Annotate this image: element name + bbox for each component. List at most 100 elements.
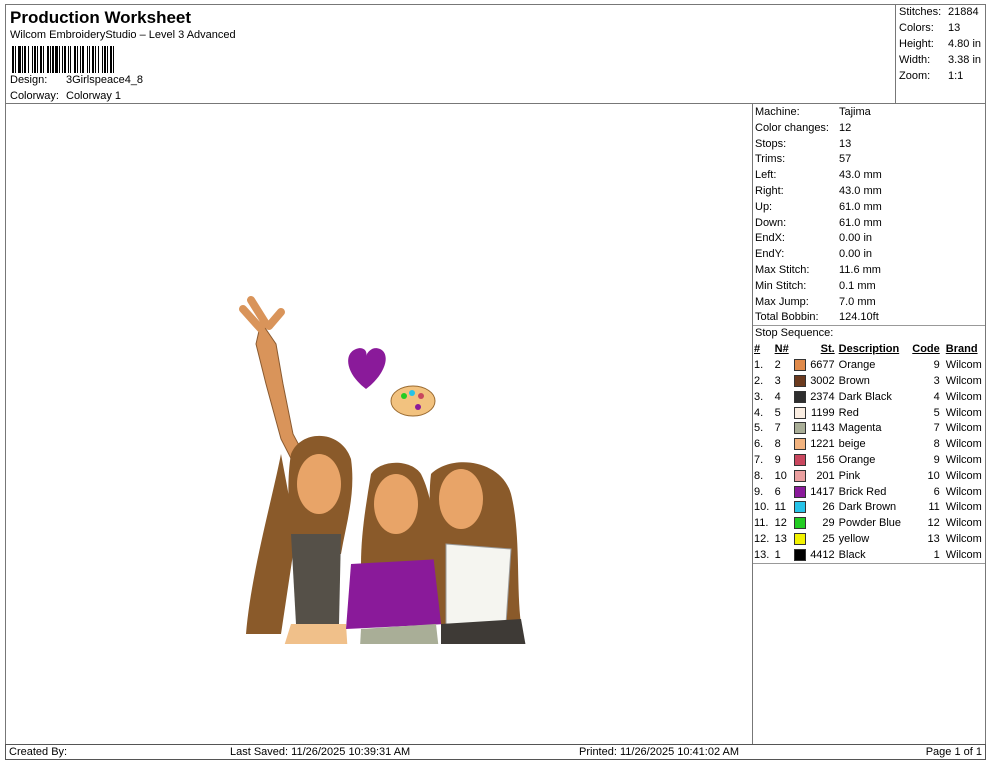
machine-info-panel: Machine: Tajima Color changes: 12 Stops: 13 Tr… xyxy=(752,103,986,745)
row-code: 13 xyxy=(927,532,940,545)
col-brand: Brand xyxy=(945,343,978,356)
row-index: 12. xyxy=(754,532,770,545)
info-value: 61.0 mm xyxy=(839,200,882,213)
machine-info-row: Color changes: 12 xyxy=(755,120,983,136)
info-label: EndX: xyxy=(755,232,785,245)
row-stitches: 26 xyxy=(822,501,835,514)
info-label: Machine: xyxy=(755,106,800,118)
info-value: 57 xyxy=(839,153,852,166)
machine-info-row: Stops: 13 xyxy=(755,136,983,152)
row-brand: Wilcom xyxy=(945,453,982,466)
swatch-cell xyxy=(792,453,806,469)
info-value: Tajima xyxy=(839,106,871,118)
table-row: 6. 8 1221 beige 8 Wilcom xyxy=(754,437,985,453)
row-description: Pink xyxy=(838,469,861,482)
row-code: 11 xyxy=(928,501,940,514)
table-row: 10. 11 26 Dark Brown 11 Wilcom xyxy=(754,500,985,516)
row-needle: 8 xyxy=(774,438,781,451)
row-code: 6 xyxy=(933,485,940,498)
col-swatch xyxy=(792,342,806,358)
table-row: 12. 13 25 yellow 13 Wilcom xyxy=(754,532,985,548)
row-stitches: 156 xyxy=(816,453,835,466)
color-swatch xyxy=(793,485,806,498)
page-number: Page 1 of 1 xyxy=(925,746,982,758)
summary-stitches: Stitches: 21884 xyxy=(899,6,985,18)
row-description: Orange xyxy=(838,359,876,372)
summary-label: Width: xyxy=(899,54,931,66)
info-value: 43.0 mm xyxy=(839,185,882,197)
stop-sequence-table: # N# St. Description Code Brand 1. 2 6677 O… xyxy=(754,342,985,563)
row-needle: 3 xyxy=(774,374,781,387)
table-header-row: # N# St. Description Code Brand xyxy=(754,342,985,358)
machine-info-row: Max Stitch: 11.6 mm xyxy=(755,262,983,278)
row-description: Black xyxy=(838,548,866,561)
row-index: 2. xyxy=(754,374,764,387)
color-swatch xyxy=(793,501,806,514)
table-row: 8. 10 201 Pink 10 Wilcom xyxy=(754,468,985,484)
row-index: 1. xyxy=(754,359,764,372)
machine-info-row: Min Stitch: 0.1 mm xyxy=(755,278,983,294)
row-stitches: 25 xyxy=(822,532,835,545)
row-description: yellow xyxy=(838,532,870,545)
row-brand: Wilcom xyxy=(945,359,982,372)
color-swatch xyxy=(793,469,806,482)
row-brand: Wilcom xyxy=(945,532,982,545)
machine-info-row: EndY: 0.00 in xyxy=(755,246,983,262)
info-label: Down: xyxy=(755,216,787,229)
row-needle: 11 xyxy=(774,501,787,514)
row-stitches: 1417 xyxy=(810,485,835,498)
summary-label: Height: xyxy=(899,38,934,50)
row-index: 13. xyxy=(754,548,770,561)
row-stitches: 2374 xyxy=(810,390,835,403)
col-description: Description xyxy=(838,343,900,356)
info-label: Left: xyxy=(755,169,777,182)
machine-info-row: Total Bobbin: 124.10ft xyxy=(755,309,983,325)
row-description: Brown xyxy=(838,374,870,387)
summary-height: Height: 4.80 in xyxy=(899,38,985,50)
barcode xyxy=(12,46,114,73)
summary-value: 4.80 in xyxy=(948,38,982,50)
row-stitches: 3002 xyxy=(810,374,835,387)
info-label: Trims: xyxy=(755,153,786,166)
info-label: Up: xyxy=(755,200,773,213)
table-row: 3. 4 2374 Dark Black 4 Wilcom xyxy=(754,389,985,405)
last-saved: Last Saved: 11/26/2025 10:39:31 AM xyxy=(230,746,411,758)
table-row: 11. 12 29 Powder Blue 12 Wilcom xyxy=(754,516,985,532)
row-index: 5. xyxy=(754,422,764,435)
summary-label: Zoom: xyxy=(899,70,931,82)
info-value: 124.10ft xyxy=(839,311,879,324)
colorway-value: Colorway 1 xyxy=(66,90,122,102)
info-value: 13 xyxy=(839,137,852,150)
color-swatch xyxy=(793,375,806,388)
swatch-cell xyxy=(792,532,806,548)
row-brand: Wilcom xyxy=(945,390,982,403)
row-index: 7. xyxy=(754,453,764,466)
color-swatch xyxy=(793,390,806,403)
info-value: 7.0 mm xyxy=(839,295,876,308)
worksheet-footer: Created By: Last Saved: 11/26/2025 10:39… xyxy=(5,744,986,760)
row-stitches: 6677 xyxy=(810,359,835,372)
row-description: Magenta xyxy=(838,422,882,435)
info-label: Min Stitch: xyxy=(755,279,807,292)
row-code: 9 xyxy=(933,359,940,372)
machine-info-row: Max Jump: 7.0 mm xyxy=(755,294,983,310)
row-needle: 13 xyxy=(774,532,787,545)
info-label: Right: xyxy=(755,185,784,197)
summary-colors: Colors: 13 xyxy=(899,22,985,34)
machine-info-row: Right: 43.0 mm xyxy=(755,183,983,199)
row-brand: Wilcom xyxy=(945,406,982,419)
swatch-cell xyxy=(792,358,806,374)
row-code: 8 xyxy=(933,438,940,451)
info-value: 11.6 mm xyxy=(839,264,881,276)
row-code: 9 xyxy=(933,453,940,466)
row-brand: Wilcom xyxy=(945,517,982,530)
row-needle: 12 xyxy=(774,517,787,530)
machine-info-row: Up: 61.0 mm xyxy=(755,199,983,215)
row-index: 3. xyxy=(754,390,764,403)
swatch-cell xyxy=(792,547,806,563)
row-index: 10. xyxy=(754,501,770,514)
info-value: 0.00 in xyxy=(839,248,873,261)
design-preview-canvas xyxy=(5,103,753,745)
swatch-cell xyxy=(792,405,806,421)
design-value: 3Girlspeace4_8 xyxy=(66,74,144,86)
